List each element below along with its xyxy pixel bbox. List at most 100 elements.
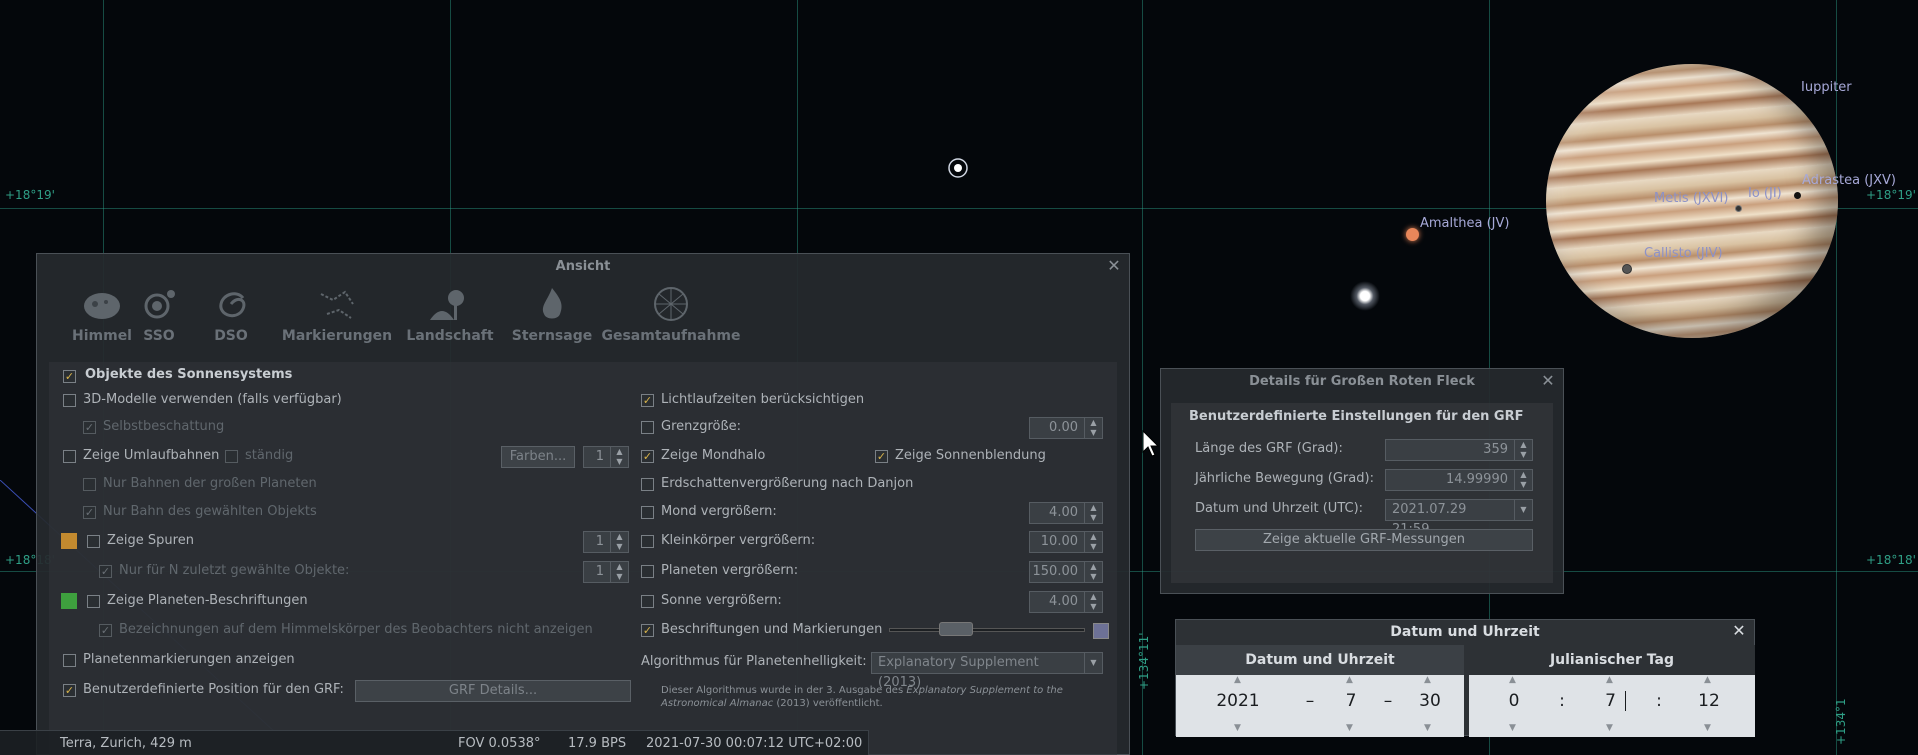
sun-glare-checkbox[interactable]: ✓ [875,450,888,463]
spin-arrows-icon[interactable]: ▲ ▼ [1084,418,1102,438]
year-up-icon[interactable]: ▲ [1234,675,1241,685]
month-down-icon[interactable]: ▼ [1346,723,1353,733]
chevron-down-icon[interactable]: ▼ [1084,653,1102,673]
moon-scale-checkbox[interactable] [641,506,654,519]
minute-field[interactable]: 7 [1596,691,1626,711]
tab-julian-day[interactable]: Julianischer Tag ▲ 0 ▼ : ▲ 7 ▼ : ▲ 12 ▼ [1469,645,1755,737]
grs-length-spinbox[interactable]: 359 ▲ ▼ [1385,439,1533,461]
grs-custom-checkbox[interactable]: ✓ [63,684,76,697]
permanent-label: ständig [245,448,294,463]
month-field[interactable]: 7 [1336,691,1366,711]
close-icon[interactable]: ✕ [1539,372,1557,390]
metis-moon[interactable] [1735,205,1742,212]
grs-date-label: Datum und Uhrzeit (UTC): [1195,501,1364,516]
planet-scale-spinbox[interactable]: 150.00 ▲ ▼ [1029,561,1103,583]
sun-scale-spinbox[interactable]: 4.00 ▲ ▼ [1029,591,1103,613]
note-text: Dieser Algorithmus wurde in der 3. Ausga… [661,685,904,696]
minute-up-icon[interactable]: ▲ [1606,675,1613,685]
jupiter-label: Iuppiter [1801,80,1852,95]
tab-bar: Himmel SSO DSO Markierungen Landschaft S… [37,254,1129,354]
earth-shadow-checkbox[interactable] [641,478,654,491]
grs-date-field[interactable]: 2021.07.29 21:59▼ [1385,499,1533,537]
month-up-icon[interactable]: ▲ [1346,675,1353,685]
solar-system-checkbox[interactable]: ✓ [63,370,76,383]
moon-halo-label: Zeige Mondhalo [661,448,766,463]
bright-star[interactable] [1350,281,1380,311]
slider-handle[interactable] [938,622,973,636]
sun-scale-checkbox[interactable] [641,595,654,608]
limit-mag-checkbox[interactable] [641,421,654,434]
spin-arrows-icon[interactable]: ▲ ▼ [1514,440,1532,460]
spin-arrows-icon[interactable]: ▲ ▼ [610,447,628,467]
mouse-cursor-icon [1142,430,1160,457]
date-separator: – [1383,691,1393,711]
last-n-spinbox[interactable]: 1 ▲ ▼ [583,561,629,583]
light-time-checkbox[interactable]: ✓ [641,394,654,407]
moon-halo-checkbox[interactable]: ✓ [641,450,654,463]
year-down-icon[interactable]: ▼ [1234,723,1241,733]
trails-color-swatch[interactable] [61,533,77,549]
grs-details-button[interactable]: GRF Details... [355,680,631,702]
spin-arrows-icon[interactable]: ▲ ▼ [610,562,628,582]
minor-scale-spinbox[interactable]: 10.00 ▲ ▼ [1029,531,1103,553]
major-orbits-checkbox[interactable] [83,478,96,491]
minute-down-icon[interactable]: ▼ [1606,723,1613,733]
tab-label: Markierungen [281,328,393,344]
spin-arrows-icon[interactable]: ▲ ▼ [1084,532,1102,552]
minor-scale-checkbox[interactable] [641,535,654,548]
self-shadow-checkbox[interactable]: ✓ [83,421,96,434]
second-up-icon[interactable]: ▲ [1704,675,1711,685]
grs-measurements-button[interactable]: Zeige aktuelle GRF-Messungen [1195,529,1533,551]
tab-survey[interactable]: Gesamtaufnahme [591,284,751,344]
spin-arrows-icon[interactable]: ▲ ▼ [610,532,628,552]
trails-checkbox[interactable] [87,535,100,548]
orbit-thickness-spinbox[interactable]: 1 ▲ ▼ [583,446,629,468]
labels-color-picker[interactable] [1093,623,1109,639]
close-icon[interactable]: ✕ [1730,622,1748,640]
no-labels-obs-checkbox[interactable]: ✓ [99,624,112,637]
labels-markers-checkbox[interactable]: ✓ [641,624,654,637]
selected-object-marker-icon[interactable] [945,155,971,181]
adrastea-moon[interactable] [1794,192,1801,199]
planet-scale-checkbox[interactable] [641,565,654,578]
moon-scale-spinbox[interactable]: 4.00 ▲ ▼ [1029,502,1103,524]
hour-up-icon[interactable]: ▲ [1509,675,1516,685]
models-3d-checkbox[interactable] [63,394,76,407]
solar-system-icon [144,290,175,319]
spin-arrows-icon[interactable]: ▲ ▼ [1084,503,1102,523]
day-up-icon[interactable]: ▲ [1424,675,1431,685]
spin-arrows-icon[interactable]: ▲ ▼ [1084,562,1102,582]
orbit-colors-button[interactable]: Farben... [501,446,575,468]
grs-details-window: Details für Großen Roten Fleck ✕ Benutze… [1160,368,1564,594]
orbits-checkbox[interactable] [63,450,76,463]
second-down-icon[interactable]: ▼ [1704,723,1711,733]
selected-orbit-checkbox[interactable]: ✓ [83,506,96,519]
labels-color-swatch[interactable] [61,593,77,609]
grs-drift-spinbox[interactable]: 14.99990 ▲ ▼ [1385,469,1533,491]
day-field[interactable]: 30 [1410,691,1450,711]
last-n-checkbox[interactable]: ✓ [99,565,112,578]
algorithm-select[interactable]: Explanatory Supplement (2013) ▼ [871,652,1103,690]
amalthea-moon[interactable] [1406,228,1419,241]
callisto-moon[interactable] [1622,264,1632,274]
second-field[interactable]: 12 [1687,691,1731,711]
spin-arrows-icon[interactable]: ▲ ▼ [1514,470,1532,490]
coord-label: +134°11' [1137,632,1151,690]
trails-spinbox[interactable]: 1 ▲ ▼ [583,531,629,553]
spin-arrows-icon[interactable]: ▲ ▼ [1084,592,1102,612]
day-down-icon[interactable]: ▼ [1424,723,1431,733]
limit-mag-spinbox[interactable]: 0.00 ▲ ▼ [1029,417,1103,439]
year-field[interactable]: 2021 [1206,691,1270,711]
hour-field[interactable]: 0 [1499,691,1529,711]
minor-scale-label: Kleinkörper vergrößern: [661,533,816,548]
tab-datetime[interactable]: Datum und Uhrzeit ▲ 2021 ▼ – ▲ 7 ▼ – ▲ 3… [1176,645,1464,737]
planet-labels-checkbox[interactable] [87,595,100,608]
hour-down-icon[interactable]: ▼ [1509,723,1516,733]
callisto-label: Callisto (JIV) [1644,246,1723,261]
earth-shadow-label: Erdschattenvergrößerung nach Danjon [661,476,914,491]
permanent-checkbox[interactable] [225,450,238,463]
chevron-down-icon[interactable]: ▼ [1514,500,1532,520]
labels-markers-slider[interactable] [889,622,1085,636]
planet-markers-checkbox[interactable] [63,654,76,667]
coord-label: +18°19' [1866,188,1916,202]
